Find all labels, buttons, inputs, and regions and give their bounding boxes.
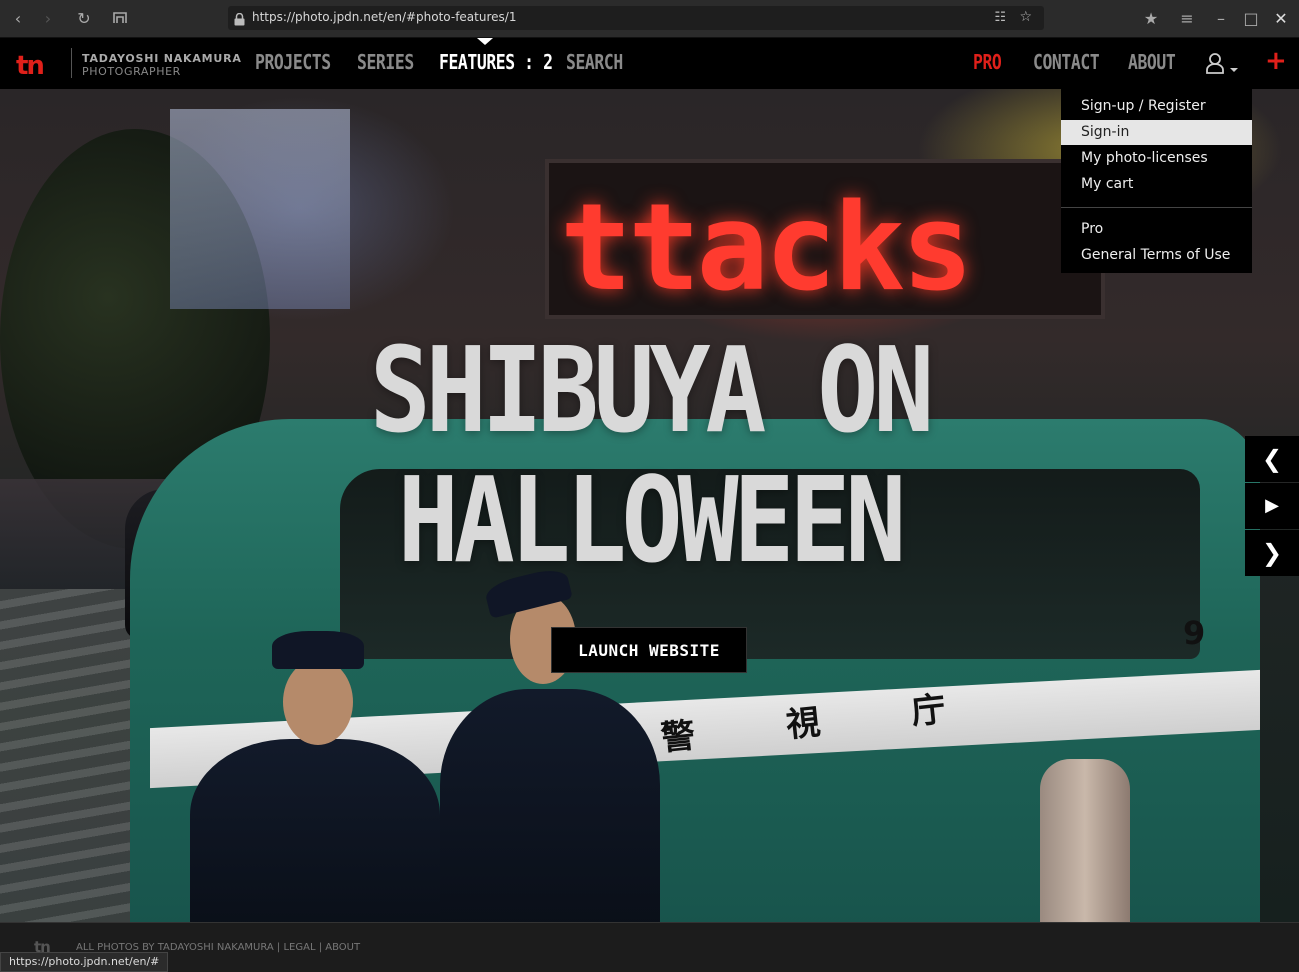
nav-features[interactable]: FEATURES : 2 [439,50,553,74]
hero-photo-officer-face-left [283,659,353,745]
address-bar[interactable]: https://photo.jpdn.net/en/#photo-feature… [228,6,1044,30]
van-number: 9 [1183,614,1206,652]
led-sign-text: ttacks [560,179,973,318]
menu-divider [1061,207,1252,208]
menu-item-terms[interactable]: General Terms of Use [1061,243,1252,268]
active-nav-indicator [477,38,493,45]
brand-name[interactable]: TADAYOSHI NAKAMURA [82,52,242,65]
play-slideshow-button[interactable]: ▶ [1245,483,1299,529]
nav-about[interactable]: ABOUT [1128,50,1176,74]
chevron-down-icon[interactable] [1230,68,1238,72]
hero-photo-officer-cap-left [272,631,364,669]
nav-contact[interactable]: CONTACT [1033,50,1100,74]
url-text[interactable]: https://photo.jpdn.net/en/#photo-feature… [252,10,516,24]
site-footer: tn ALL PHOTOS BY TADAYOSHI NAKAMURA | LE… [0,922,1299,972]
back-icon[interactable]: ‹ [8,9,28,29]
hero-photo-officer-right [440,689,660,922]
plus-icon[interactable]: + [1265,48,1287,74]
hero-photo-bollard [1040,759,1130,922]
prev-slide-button[interactable]: ❮ [1245,436,1299,482]
minimize-icon[interactable]: – [1211,9,1231,29]
hero-title-line-1: SHIBUYA ON [369,321,935,459]
nav-series[interactable]: SERIES [357,50,414,74]
menu-item-cart[interactable]: My cart [1061,172,1252,197]
lock-icon [233,11,246,26]
hero-photo-building [170,109,350,309]
brand-subtitle: PHOTOGRAPHER [82,65,181,78]
launch-website-button[interactable]: LAUNCH WEBSITE [551,627,747,673]
nav-search[interactable]: SEARCH [566,50,623,74]
menu-item-photo-licenses[interactable]: My photo-licenses [1061,146,1252,171]
reload-icon[interactable]: ↻ [74,9,94,29]
home-icon[interactable] [110,9,130,29]
site-header: tn TADAYOSHI NAKAMURA PHOTOGRAPHER PROJE… [0,38,1299,89]
status-bar-url: https://photo.jpdn.net/en/# [0,952,169,972]
bookmarks-icon[interactable]: ★ [1141,9,1161,29]
browser-toolbar: ‹ › ↻ https://photo.jpdn.net/en/#photo-f… [0,0,1299,38]
menu-item-sign-in[interactable]: Sign-in [1061,120,1252,145]
hero-photo-officer-left [190,739,440,922]
logo-divider [71,48,72,78]
menu-item-sign-up[interactable]: Sign-up / Register [1061,94,1252,119]
menu-item-pro[interactable]: Pro [1061,217,1252,242]
hero-title-line-2: HALLOWEEN [397,451,907,589]
reader-mode-icon[interactable]: ☷ [994,10,1006,25]
bookmark-star-icon[interactable]: ☆ [1019,9,1032,25]
menu-icon[interactable]: ≡ [1177,9,1197,29]
site-logo[interactable]: tn [16,51,45,81]
user-account-icon[interactable] [1205,52,1225,78]
maximize-icon[interactable]: □ [1241,9,1261,29]
close-icon[interactable]: ✕ [1271,9,1291,29]
next-slide-button[interactable]: ❯ [1245,530,1299,576]
nav-projects[interactable]: PROJECTS [255,50,331,74]
forward-icon[interactable]: › [38,9,58,29]
user-menu-dropdown: Sign-up / Register Sign-in My photo-lice… [1061,89,1252,273]
nav-pro[interactable]: PRO [973,50,1002,74]
